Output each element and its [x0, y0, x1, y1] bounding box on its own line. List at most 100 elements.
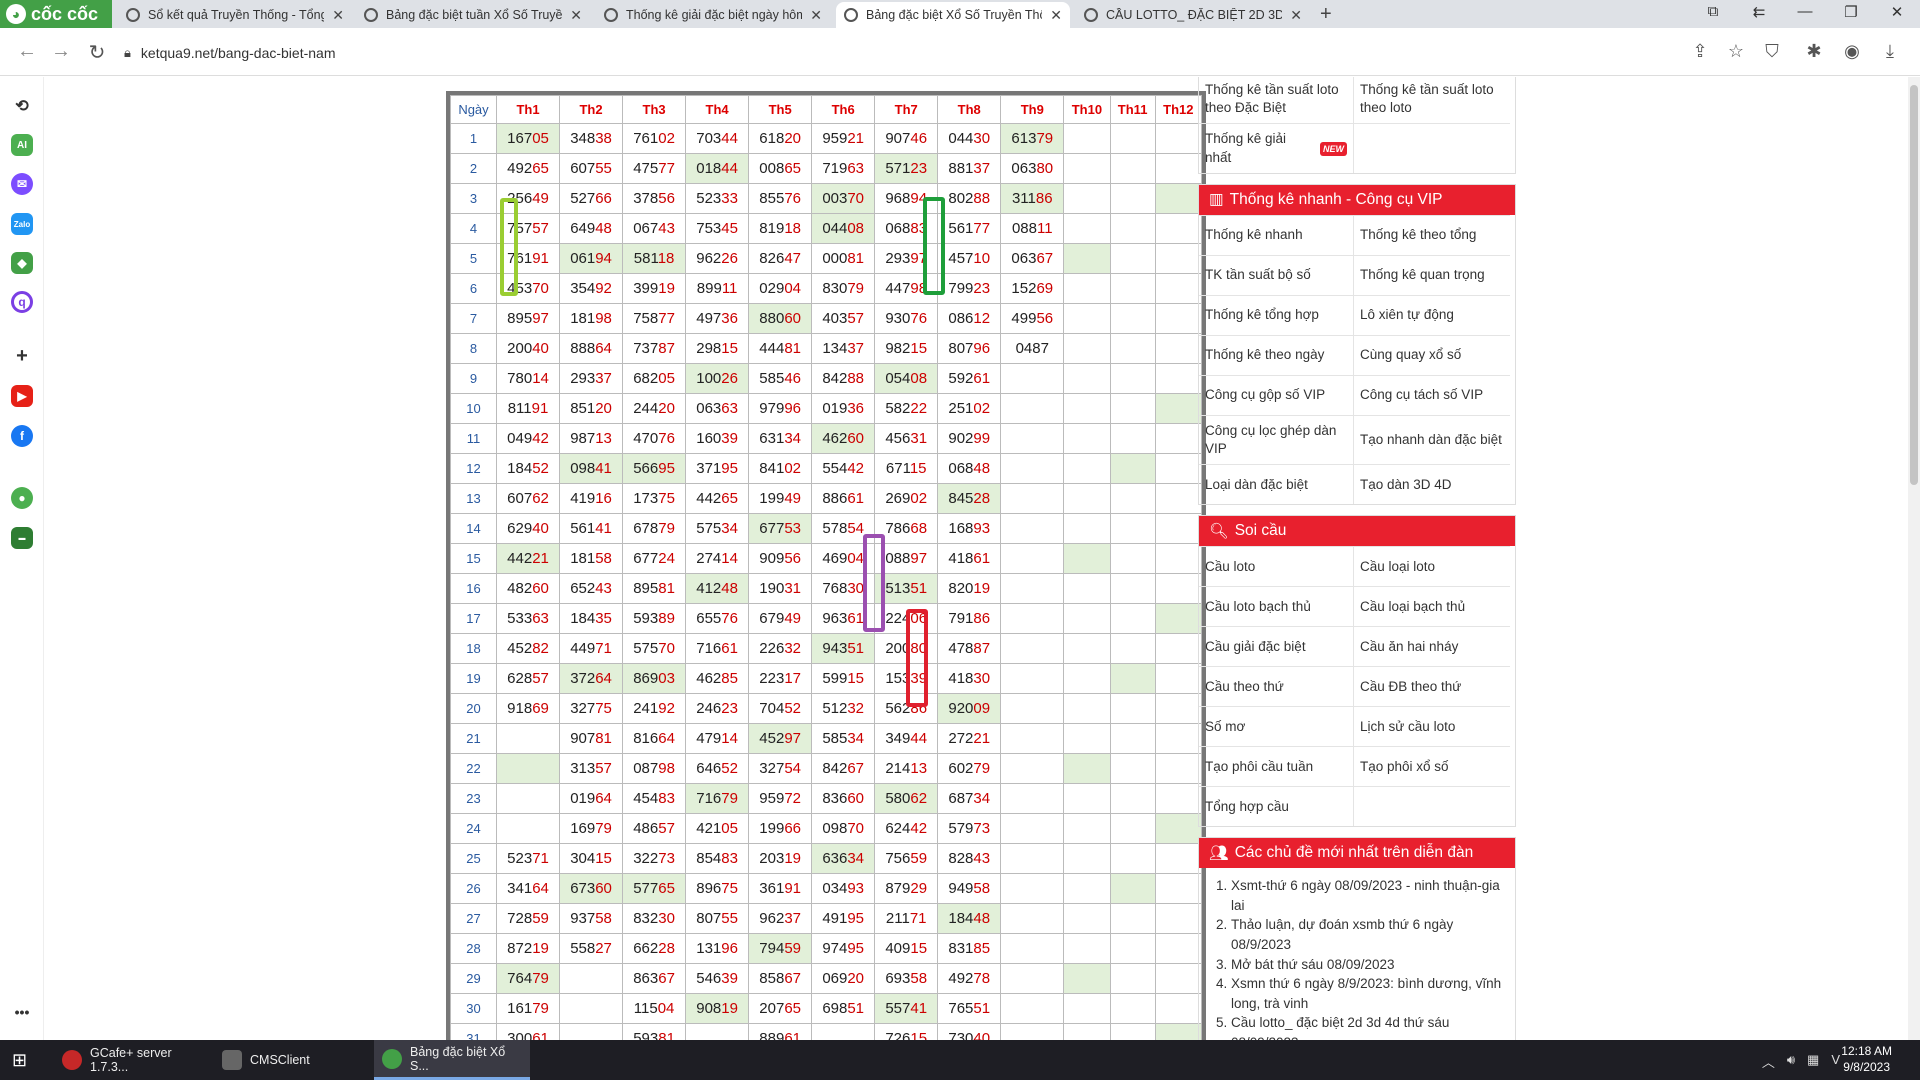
sidebar-link[interactable]: Cầu ĐB theo thứ [1354, 666, 1510, 706]
result-cell [1000, 813, 1065, 844]
address-bar[interactable]: 🔒︎ ketqua9.net/bang-dac-biet-nam [124, 37, 1654, 69]
download-icon[interactable]: ⤓ [1878, 41, 1902, 62]
sidebar-link[interactable]: Thống kê tổng hợp [1199, 294, 1354, 335]
sidebar-link[interactable]: Công cụ tách số VIP [1354, 374, 1510, 415]
task-browser[interactable]: Bảng đặc biệt Xổ S... [374, 1040, 530, 1080]
forward-icon[interactable]: → [48, 40, 74, 63]
reload-icon[interactable]: ↻ [84, 40, 110, 65]
share-icon[interactable]: ⇪ [1688, 41, 1712, 62]
messenger-icon[interactable]: ✉ [11, 173, 33, 195]
game-icon[interactable]: ◆ [11, 252, 33, 274]
url-text[interactable]: ketqua9.net/bang-dac-biet-nam [141, 45, 336, 61]
sidebar-link[interactable]: Cùng quay xổ số [1354, 334, 1510, 375]
tab-bang-dac-biet[interactable]: Bảng đặc biệt Xổ Số Truyền Thống ✕ [836, 2, 1070, 28]
history-icon[interactable]: ⟲ [11, 95, 33, 117]
sidebar-link[interactable]: Tổng hợp cầu [1199, 786, 1354, 827]
add-icon[interactable]: + [11, 345, 33, 367]
result-cell: 63134 [748, 423, 813, 454]
new-tab-icon[interactable]: + [1320, 3, 1332, 26]
network-icon[interactable]: ▦ [1807, 1052, 1819, 1071]
sidebar-link[interactable]: Cầu loại loto [1354, 546, 1510, 586]
sidebar-link[interactable]: Cầu loto [1199, 546, 1354, 587]
back-icon[interactable]: ← [14, 40, 40, 63]
sidebar-link[interactable]: Số mơ [1199, 706, 1354, 747]
extension-icon[interactable]: ● [11, 487, 33, 509]
more-icon[interactable]: ••• [11, 1001, 33, 1023]
result-cell: 86367 [622, 963, 687, 994]
close-icon[interactable]: ✕ [570, 7, 582, 24]
sidebar-link[interactable]: Thống kê theo tổng [1354, 214, 1510, 255]
result-cell: 05408 [874, 363, 939, 394]
tab-cau-lotto[interactable]: CẦU LOTTO_ ĐẶC BIỆT 2D 3D 4D ✕ [1076, 2, 1310, 28]
app-icon[interactable]: ▬ [11, 527, 33, 549]
bookmark-star-icon[interactable]: ☆ [1724, 41, 1748, 62]
search-q-icon[interactable]: q [11, 291, 33, 313]
sidebar-link[interactable]: Tạo nhanh dàn đặc biệt [1354, 414, 1510, 464]
language-icon[interactable]: V [1831, 1052, 1840, 1071]
clock[interactable]: 12:18 AM 9/8/2023 [1841, 1043, 1892, 1075]
result-cell: 88661 [811, 483, 876, 514]
lock-icon[interactable]: 🔒︎ [124, 45, 131, 61]
sidebar-link[interactable]: Thống kê nhanh [1199, 214, 1354, 255]
forum-topic-link[interactable]: Cầu lotto_ đặc biệt 2d 3d 4d thứ sáu 08/… [1231, 1013, 1505, 1041]
sidebar-link[interactable]: Lô xiên tự động [1354, 294, 1510, 335]
tab-thong-ke[interactable]: Thống kê giải đặc biệt ngày hôm nay ✕ [596, 2, 830, 28]
day-cell: 20 [450, 693, 497, 724]
ai-icon[interactable]: AI [11, 134, 33, 156]
zalo-icon[interactable]: Zalo [11, 213, 33, 235]
result-cell [1109, 723, 1156, 754]
coccoc-logo[interactable]: ◕ cốc cốc [0, 0, 112, 28]
shield-icon[interactable]: ⛉ [1760, 41, 1784, 62]
forum-topic-link[interactable]: Xsmt-thứ 6 ngày 08/09/2023 - ninh thuận-… [1231, 876, 1505, 915]
extensions-icon[interactable]: ✱ [1802, 41, 1826, 62]
forum-topic-link[interactable]: Thảo luận, dự đoán xsmb thứ 6 ngày 08/9/… [1231, 915, 1505, 954]
sidebar-link[interactable]: Cầu loại bạch thủ [1354, 586, 1510, 626]
result-cell: 40357 [811, 303, 876, 334]
result-cell: 01844 [685, 153, 750, 184]
minimize-icon[interactable]: — [1790, 3, 1820, 20]
close-icon[interactable]: ✕ [1290, 7, 1302, 24]
maximize-icon[interactable]: ❐ [1836, 3, 1866, 21]
facebook-icon[interactable]: f [11, 425, 33, 447]
profile-icon[interactable]: ◉ [1840, 41, 1864, 62]
page-scrollbar[interactable] [1908, 77, 1920, 1041]
sidebar-link[interactable]: Cầu giải đặc biệt [1199, 626, 1354, 667]
sidebar-link[interactable]: Tạo dàn 3D 4D [1354, 464, 1510, 504]
result-cell: 64652 [685, 753, 750, 784]
close-icon[interactable]: ✕ [1050, 7, 1062, 24]
task-cmsclient[interactable]: CMSClient [214, 1040, 364, 1080]
close-icon[interactable]: ✕ [810, 7, 822, 24]
sidebar-link[interactable]: Tạo phôi xổ số [1354, 746, 1510, 786]
scrollbar-thumb[interactable] [1910, 85, 1918, 485]
link-tan-suat-dac-biet[interactable]: Thống kê tần suất loto theo Đặc Biệt [1199, 77, 1354, 124]
result-cell: 45370 [495, 273, 561, 304]
sidebar-link[interactable]: Thống kê quan trọng [1354, 254, 1510, 295]
sidebar-link[interactable]: Lịch sử cầu loto [1354, 706, 1510, 746]
sidebar-link[interactable]: Công cụ gộp số VIP [1199, 374, 1354, 415]
sidebar-link[interactable]: Loại dàn đặc biệt [1199, 464, 1354, 505]
forum-topic-link[interactable]: Mở bát thứ sáu 08/09/2023 [1231, 955, 1505, 975]
task-gcafe[interactable]: GCafe+ server 1.7.3... [54, 1040, 204, 1080]
forum-topic-link[interactable]: Xsmn thứ 6 ngày 8/9/2023: bình dương, vĩ… [1231, 974, 1505, 1013]
tab-search-icon[interactable]: ⧉ [1698, 3, 1728, 20]
close-window-icon[interactable]: ✕ [1882, 3, 1912, 21]
link-giai-nhat[interactable]: Thống kê giải nhất NEW [1199, 123, 1354, 173]
tab-so-ket-qua[interactable]: Sổ kết quả Truyền Thống - Tổng hợp ✕ [118, 2, 352, 28]
link-label[interactable]: Thống kê giải nhất [1205, 130, 1316, 166]
chevron-up-icon[interactable]: ︿ [1762, 1052, 1775, 1071]
sidebar-link[interactable]: Cầu ăn hai nháy [1354, 626, 1510, 666]
back-history-icon[interactable]: ⇇ [1744, 3, 1774, 21]
header-month: Th5 [748, 95, 813, 124]
tab-bang-dac-biet-tuan[interactable]: Bảng đặc biệt tuần Xổ Số Truyền Thống ✕ [356, 2, 590, 28]
sidebar-link[interactable]: Cầu loto bạch thủ [1199, 586, 1354, 627]
sidebar-link[interactable]: Thống kê theo ngày [1199, 334, 1354, 375]
close-icon[interactable]: ✕ [332, 7, 344, 24]
sidebar-link[interactable]: Tạo phôi cầu tuần [1199, 746, 1354, 787]
link-tan-suat-loto[interactable]: Thống kê tần suất loto theo loto [1354, 77, 1510, 123]
volume-icon[interactable]: 🔊︎ [1787, 1052, 1795, 1071]
windows-start-icon[interactable]: ⊞ [12, 1050, 27, 1071]
youtube-icon[interactable]: ▶ [11, 385, 33, 407]
sidebar-link[interactable]: Cầu theo thứ [1199, 666, 1354, 707]
sidebar-link[interactable]: TK tần suất bộ số [1199, 254, 1354, 295]
sidebar-link[interactable]: Công cụ lọc ghép dàn VIP [1199, 414, 1354, 465]
